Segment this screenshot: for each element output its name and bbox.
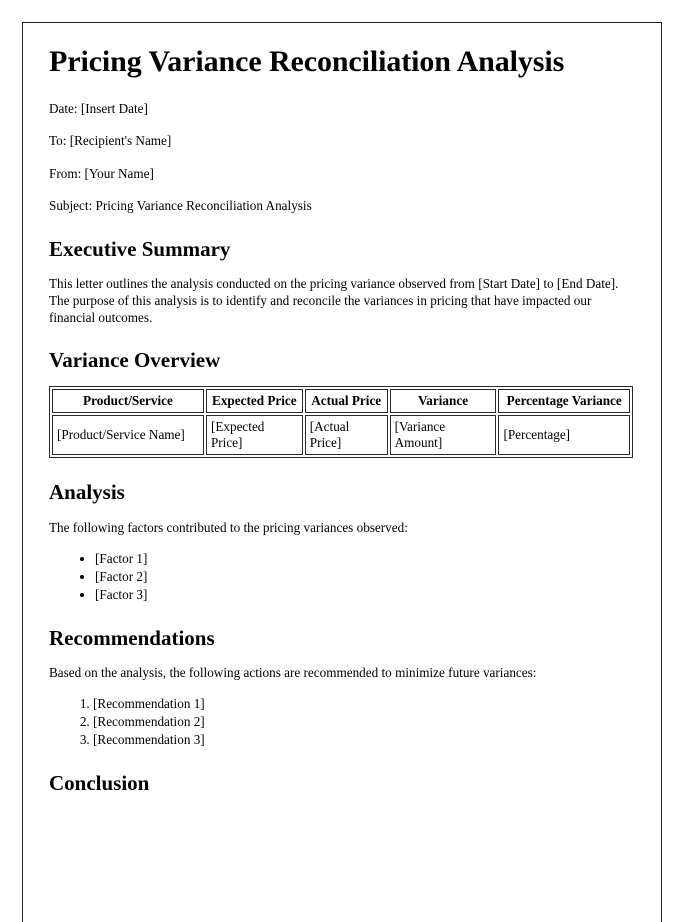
heading-recommendations: Recommendations: [49, 625, 215, 650]
table-cell-product-service: [Product/Service Name]: [52, 415, 204, 456]
meta-line-from: From: [Your Name]: [49, 165, 154, 181]
variance-table-body: [Product/Service Name] [Expected Price] …: [52, 415, 630, 456]
page-title: Pricing Variance Reconciliation Analysis: [49, 45, 565, 78]
paragraph-executive-summary: This letter outlines the analysis conduc…: [49, 275, 619, 326]
list-item: [Recommendation 1]: [93, 695, 635, 713]
variance-table: Product/Service Expected Price Actual Pr…: [49, 386, 633, 459]
paragraph-analysis: The following factors contributed to the…: [49, 519, 408, 535]
table-header-product-service: Product/Service: [52, 389, 204, 414]
list-item: [Factor 1]: [95, 550, 635, 568]
table-header-actual-price: Actual Price: [304, 389, 388, 414]
table-header-expected-price: Expected Price: [205, 389, 303, 414]
letter-metadata-block: Date: [Insert Date] To: [Recipient's Nam…: [49, 101, 635, 215]
table-cell-expected-price: [Expected Price]: [205, 415, 303, 456]
table-header-row: Product/Service Expected Price Actual Pr…: [52, 389, 630, 414]
table-cell-actual-price: [Actual Price]: [304, 415, 388, 456]
meta-line-to: To: [Recipient's Name]: [49, 133, 172, 149]
list-item: [Recommendation 2]: [93, 713, 635, 731]
list-item: [Factor 3]: [95, 586, 635, 604]
document-content: Pricing Variance Reconciliation Analysis…: [23, 23, 661, 795]
table-header-percentage-variance: Percentage Variance: [498, 389, 630, 414]
paragraph-recommendations: Based on the analysis, the following act…: [49, 664, 537, 680]
heading-conclusion: Conclusion: [49, 771, 150, 796]
meta-line-date: Date: [Insert Date]: [49, 100, 148, 116]
heading-variance-overview: Variance Overview: [49, 348, 221, 373]
variance-table-head: Product/Service Expected Price Actual Pr…: [52, 389, 630, 414]
table-row: [Product/Service Name] [Expected Price] …: [52, 415, 630, 456]
table-header-variance: Variance: [389, 389, 497, 414]
document-page: Pricing Variance Reconciliation Analysis…: [22, 22, 662, 922]
table-cell-percentage-variance: [Percentage]: [498, 415, 630, 456]
heading-analysis: Analysis: [49, 480, 125, 505]
meta-line-subject: Subject: Pricing Variance Reconciliation…: [49, 198, 312, 214]
list-item: [Factor 2]: [95, 568, 635, 586]
heading-executive-summary: Executive Summary: [49, 236, 231, 261]
table-cell-variance: [Variance Amount]: [389, 415, 497, 456]
recommendations-list: [Recommendation 1] [Recommendation 2] [R…: [49, 695, 635, 749]
analysis-factor-list: [Factor 1] [Factor 2] [Factor 3]: [49, 550, 635, 604]
list-item: [Recommendation 3]: [93, 731, 635, 749]
